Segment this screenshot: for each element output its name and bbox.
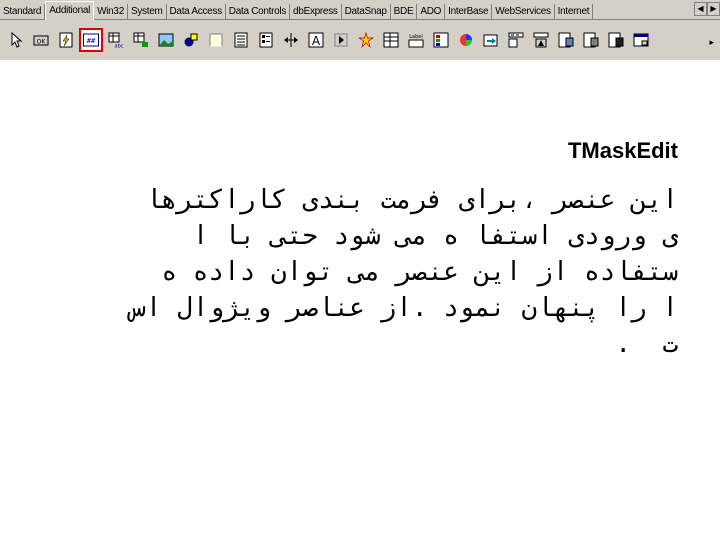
- bitbtn-ok-icon: OK: [33, 35, 49, 46]
- statictext-icon: A: [308, 32, 324, 48]
- splitter-icon: [284, 33, 298, 47]
- chart-icon: [460, 34, 472, 46]
- checklistbox-icon: [259, 32, 273, 48]
- speedbutton-icon: [59, 32, 73, 48]
- tab-scroll-arrows: ◀ ▶: [694, 2, 720, 16]
- component-palette: Standard Additional Win32 System Data Ac…: [0, 0, 720, 70]
- twilightcolormap-icon: [608, 32, 624, 48]
- valuelisteditor-icon: [383, 32, 399, 48]
- tool-statictext[interactable]: A: [304, 28, 328, 52]
- description-line: ت .: [615, 329, 678, 359]
- svg-text:OK: OK: [37, 39, 47, 46]
- standardcolormap-icon: [583, 32, 599, 48]
- controlbar-icon: [334, 33, 348, 47]
- tool-standardcolormap[interactable]: [579, 28, 603, 52]
- tab-dbexpress[interactable]: dbExpress: [290, 4, 342, 19]
- tool-actiontoolbar[interactable]: [529, 28, 553, 52]
- tool-twilightcolormap[interactable]: [604, 28, 628, 52]
- maskedit-icon: ##: [83, 33, 99, 47]
- tool-checklistbox[interactable]: [254, 28, 278, 52]
- description-line: ستفاده از این عنصر می توان داده ه: [161, 257, 678, 287]
- svg-text:Label: Label: [409, 34, 423, 40]
- tab-scroll-right-icon[interactable]: ▶: [707, 2, 720, 16]
- tab-bde[interactable]: BDE: [391, 4, 418, 19]
- description-line: ی ورودی استفا ه می شود حتی با ا: [192, 221, 678, 251]
- xpcolormap-icon: [558, 32, 574, 48]
- tool-controlbar[interactable]: [329, 28, 353, 52]
- applicationevents-icon: [358, 32, 374, 48]
- svg-text:A: A: [312, 34, 321, 48]
- tab-datasnap[interactable]: DataSnap: [342, 4, 391, 19]
- description-text: این عنصر ،برای فرمت بندی کاراکترها ی ورو…: [38, 182, 678, 362]
- tab-ado[interactable]: ADO: [417, 4, 446, 19]
- component-toolbar: OK ## abc A Label: [0, 20, 720, 60]
- actionmanager-icon: [483, 34, 498, 47]
- tool-actionmanager[interactable]: [479, 28, 503, 52]
- tab-interbase[interactable]: InterBase: [445, 4, 493, 19]
- tab-internet[interactable]: Internet: [555, 4, 594, 19]
- tool-shape[interactable]: [179, 28, 203, 52]
- tab-system[interactable]: System: [128, 4, 167, 19]
- tool-stringgrid[interactable]: abc: [104, 28, 128, 52]
- tool-bitbtn[interactable]: OK: [29, 28, 53, 52]
- tool-scrollbox[interactable]: [229, 28, 253, 52]
- tab-win32[interactable]: Win32: [94, 4, 128, 19]
- tool-speedbutton[interactable]: [54, 28, 78, 52]
- tab-data-access[interactable]: Data Access: [167, 4, 226, 19]
- tool-valuelisteditor[interactable]: [379, 28, 403, 52]
- pointer-icon: [11, 32, 23, 48]
- tool-colorbox[interactable]: [429, 28, 453, 52]
- labelededit-icon: Label: [408, 34, 424, 48]
- tool-applicationevents[interactable]: [354, 28, 378, 52]
- tool-actionmainmenubar[interactable]: [504, 28, 528, 52]
- description-line: ا را پنهان نمود .از عناصر ویژوال اس: [130, 293, 678, 323]
- tab-webservices[interactable]: WebServices: [492, 4, 555, 19]
- tab-scroll-left-icon[interactable]: ◀: [694, 2, 707, 16]
- tab-data-controls[interactable]: Data Controls: [226, 4, 291, 19]
- tool-customizedlg[interactable]: [629, 28, 653, 52]
- stringgrid-icon: abc: [108, 32, 124, 48]
- tool-drawgrid[interactable]: [129, 28, 153, 52]
- colorbox-icon: [433, 32, 449, 48]
- page-title: TMaskEdit: [567, 138, 678, 163]
- tool-chart[interactable]: [454, 28, 478, 52]
- image-icon: [158, 33, 174, 47]
- palette-tab-bar: Standard Additional Win32 System Data Ac…: [0, 0, 720, 20]
- tool-labelededit[interactable]: Label: [404, 28, 428, 52]
- svg-text:##: ##: [87, 37, 96, 45]
- customizedlg-icon: [633, 33, 649, 47]
- actiontoolbar-icon: [533, 32, 549, 48]
- tool-pointer[interactable]: [4, 28, 28, 52]
- actionmainmenubar-icon: [508, 32, 524, 48]
- drawgrid-icon: [133, 32, 148, 47]
- shape-icon: [184, 33, 198, 47]
- toolbar-more-icon[interactable]: ▸: [709, 38, 714, 48]
- tool-xpcolormap[interactable]: [554, 28, 578, 52]
- tab-additional[interactable]: Additional: [45, 1, 95, 20]
- tool-image[interactable]: [154, 28, 178, 52]
- tool-bevel[interactable]: [204, 28, 228, 52]
- tool-splitter[interactable]: [279, 28, 303, 52]
- description-line: این عنصر ،برای فرمت بندی کاراکترها: [145, 185, 678, 215]
- bevel-icon: [209, 33, 223, 47]
- scrollbox-icon: [234, 32, 248, 48]
- svg-text:abc: abc: [115, 44, 124, 49]
- tab-standard[interactable]: Standard: [0, 4, 46, 19]
- tool-maskedit[interactable]: ##: [79, 28, 103, 52]
